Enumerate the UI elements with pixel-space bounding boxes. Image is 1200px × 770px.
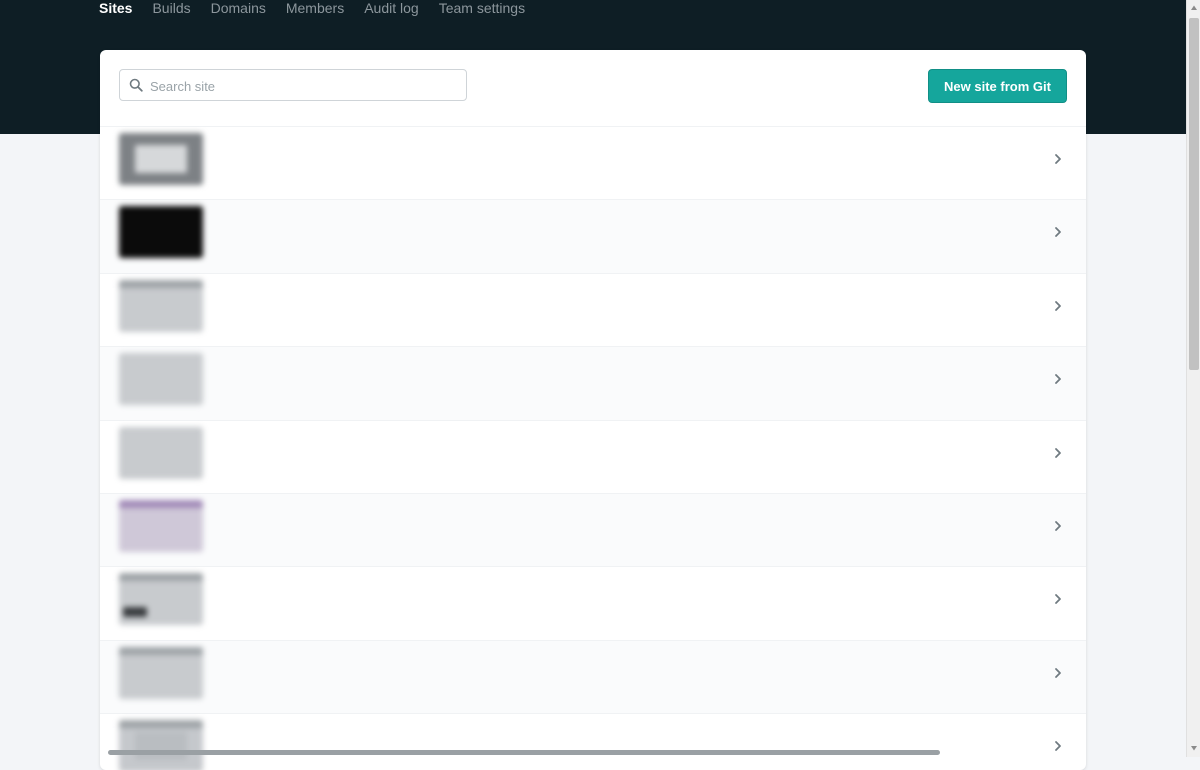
- chevron-right-icon[interactable]: [1053, 372, 1063, 386]
- chevron-right-icon[interactable]: [1053, 739, 1063, 753]
- search-input[interactable]: [148, 70, 462, 102]
- site-row[interactable]: [100, 713, 1086, 770]
- search-icon: [129, 78, 143, 92]
- sites-card: New site from Git: [100, 50, 1086, 770]
- chevron-right-icon[interactable]: [1053, 446, 1063, 460]
- vertical-scrollbar[interactable]: [1186, 0, 1200, 757]
- site-row[interactable]: [100, 492, 1086, 567]
- tab-team-settings[interactable]: Team settings: [439, 0, 525, 16]
- site-thumbnail: [119, 646, 203, 699]
- chevron-right-icon[interactable]: [1053, 225, 1063, 239]
- site-thumbnail: [119, 133, 203, 185]
- chevron-right-icon[interactable]: [1053, 299, 1063, 313]
- chevron-right-icon[interactable]: [1053, 666, 1063, 680]
- site-row[interactable]: [100, 419, 1086, 493]
- tab-audit-log[interactable]: Audit log: [364, 0, 418, 16]
- site-thumbnail: [119, 426, 203, 479]
- site-list: [100, 126, 1086, 770]
- horizontal-scrollbar[interactable]: [108, 750, 940, 755]
- tab-members[interactable]: Members: [286, 0, 344, 16]
- site-thumbnail: [119, 353, 203, 406]
- site-thumbnail: [119, 499, 203, 552]
- tab-builds[interactable]: Builds: [152, 0, 190, 16]
- chevron-right-icon[interactable]: [1053, 152, 1063, 166]
- team-nav: Sites Builds Domains Members Audit log T…: [99, 0, 525, 20]
- search-box[interactable]: [119, 69, 467, 102]
- chevron-right-icon[interactable]: [1053, 592, 1063, 606]
- chevron-right-icon[interactable]: [1053, 519, 1063, 533]
- site-thumbnail: [119, 279, 203, 332]
- scroll-up-arrow-icon[interactable]: [1190, 4, 1198, 12]
- site-thumbnail: [119, 573, 203, 626]
- site-row[interactable]: [100, 639, 1086, 714]
- tab-domains[interactable]: Domains: [211, 0, 266, 16]
- site-row[interactable]: [100, 272, 1086, 346]
- site-thumbnail: [119, 206, 203, 259]
- new-site-from-git-button[interactable]: New site from Git: [928, 69, 1067, 103]
- site-row[interactable]: [100, 566, 1086, 639]
- site-row[interactable]: [100, 346, 1086, 420]
- scrollbar-thumb[interactable]: [1189, 18, 1199, 370]
- site-row[interactable]: [100, 126, 1086, 199]
- scroll-down-arrow-icon[interactable]: [1190, 744, 1198, 752]
- site-thumbnail: [119, 720, 203, 770]
- site-row[interactable]: [100, 199, 1086, 273]
- tab-sites[interactable]: Sites: [99, 0, 132, 16]
